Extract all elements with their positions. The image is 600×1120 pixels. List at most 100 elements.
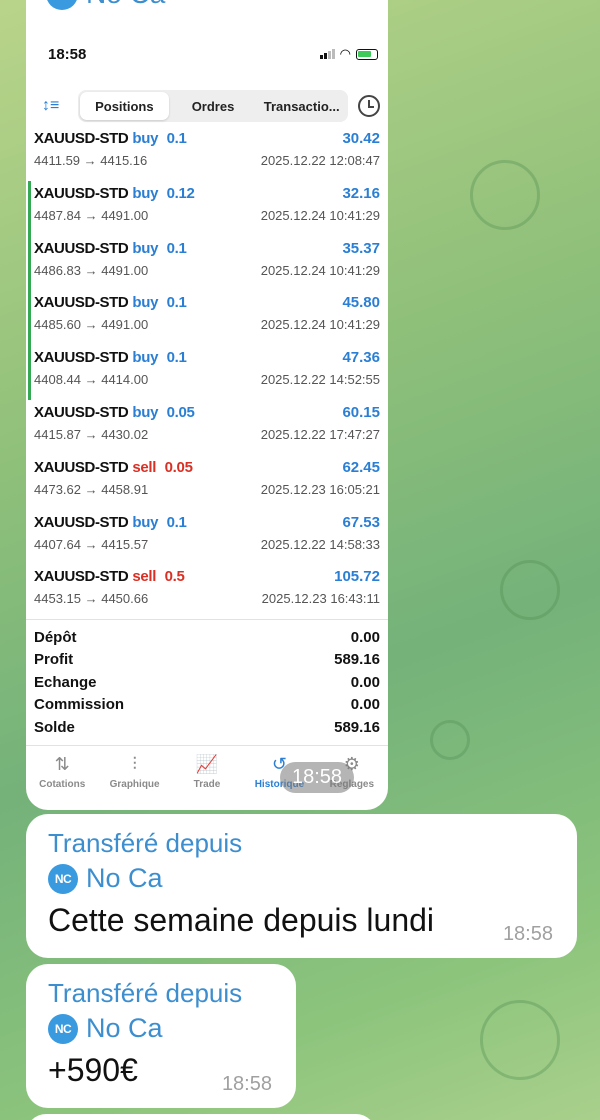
trade-side: buy	[132, 513, 159, 531]
summary-value: 0.00	[350, 696, 380, 714]
trade-prices: 4415.87 → 4430.02	[34, 426, 149, 442]
trade-volume: 0.1	[166, 349, 187, 367]
trade-date: 2025.12.22 14:52:55	[260, 372, 380, 388]
trade-row[interactable]: XAUUSD-STD buy 0.1 45.80 4485.60 → 4491.00 2…	[26, 290, 388, 345]
trade-prices: 4408.44 → 4414.00	[34, 372, 149, 388]
trade-side: sell	[132, 568, 157, 586]
summary-row: Dépôt 0.00	[34, 626, 380, 649]
message-text: Cette semaine depuis lundi	[48, 902, 435, 938]
trade-side: buy	[132, 349, 159, 367]
trade-date: 2025.12.24 10:41:29	[260, 207, 380, 223]
trade-side: buy	[132, 184, 159, 202]
message-time: 18:58	[502, 923, 553, 945]
trade-side: buy	[132, 403, 159, 421]
chart-icon: 📈	[195, 753, 219, 774]
sort-icon[interactable]: ↕≡	[42, 97, 70, 115]
trade-row[interactable]: XAUUSD-STD buy 0.12 32.16 4487.84 → 4491.00…	[26, 180, 388, 236]
wifi-icon: ◠	[339, 46, 351, 61]
trade-volume: 0.1	[166, 513, 187, 531]
forward-source-name[interactable]: No Ca	[86, 0, 165, 10]
trade-volume: 0.12	[166, 184, 195, 202]
next-message[interactable]	[26, 1114, 376, 1120]
nav-label: Graphique	[109, 778, 160, 790]
trade-date: 2025.12.23 16:43:11	[261, 591, 380, 607]
trade-symbol: XAUUSD-STD	[34, 239, 129, 257]
message-time: 18:58	[280, 762, 355, 793]
trade-side: buy	[132, 294, 159, 312]
trade-row[interactable]: XAUUSD-STD buy 0.05 60.15 4415.87 → 4430.02…	[26, 400, 388, 455]
trade-row[interactable]: XAUUSD-STD buy 0.1 35.37 4486.83 → 4491.00 2…	[26, 235, 388, 291]
trade-profit: 35.37	[342, 239, 380, 257]
trade-row[interactable]: XAUUSD-STD sell 0.5 105.72 4453.15 → 4450.6…	[26, 564, 388, 619]
summary-label: Profit	[34, 651, 74, 669]
signal-icon	[319, 49, 335, 59]
trade-profit: 47.36	[342, 349, 380, 367]
nav-item-graphique[interactable]: ⫶ Graphique	[98, 754, 170, 801]
trade-prices: 4485.60 → 4491.00	[34, 317, 149, 333]
trade-profit: 62.45	[342, 458, 380, 476]
nav-item-cotations[interactable]: ⇅ Cotations	[26, 754, 98, 801]
tab-positions[interactable]: Positions	[80, 92, 169, 120]
background-doodle	[430, 720, 470, 760]
trade-date: 2025.12.23 16:05:21	[260, 481, 380, 497]
trade-prices: 4487.84 → 4491.00	[34, 207, 149, 223]
message-time: 18:58	[221, 1073, 272, 1095]
trade-date: 2025.12.22 14:58:33	[260, 536, 380, 552]
trade-date: 2025.12.24 10:41:29	[260, 317, 380, 333]
summary-label: Echange	[34, 673, 97, 691]
trade-volume: 0.1	[166, 130, 187, 147]
trade-symbol: XAUUSD-STD	[34, 130, 129, 147]
status-time: 18:58	[48, 45, 87, 63]
summary-value: 0.00	[350, 673, 380, 691]
background-doodle	[500, 560, 560, 620]
avatar: NC	[48, 1013, 78, 1044]
avatar: NC	[48, 863, 78, 894]
trade-profit: 67.53	[342, 513, 380, 531]
candles-icon: ⫶	[132, 753, 137, 774]
trade-prices: 4411.59 → 4415.16	[34, 153, 148, 168]
trade-profit: 60.15	[342, 403, 380, 421]
background-doodle	[480, 1000, 560, 1080]
summary-label: Commission	[34, 696, 125, 714]
summary-row: Solde 589.16	[34, 716, 380, 739]
trade-row[interactable]: XAUUSD-STD sell 0.05 62.45 4473.62 → 4458.9…	[26, 455, 388, 510]
account-summary: Dépôt 0.00 Profit 589.16 Echange 0.00 Commissi…	[26, 619, 388, 739]
history-clock-icon[interactable]	[358, 95, 380, 117]
trade-row[interactable]: XAUUSD-STD buy 0.1 30.42 4411.59 → 4415.16 2…	[26, 126, 388, 181]
nav-label: Cotations	[39, 778, 86, 790]
trade-symbol: XAUUSD-STD	[34, 513, 129, 531]
forwarded-message[interactable]: Transféré depuis NC No Ca +590€ 18:58	[26, 964, 296, 1108]
trade-symbol: XAUUSD-STD	[34, 568, 129, 586]
trade-volume: 0.05	[166, 403, 195, 421]
trade-symbol: XAUUSD-STD	[34, 294, 129, 312]
trade-prices: 4407.64 → 4415.57	[34, 536, 149, 552]
nav-item-trade[interactable]: 📈 Trade	[171, 754, 243, 801]
forward-source-name[interactable]: No Ca	[86, 863, 163, 894]
trade-date: 2025.12.24 10:41:29	[260, 262, 380, 278]
battery-icon	[356, 48, 378, 60]
summary-value: 589.16	[334, 651, 380, 669]
avatar: NC	[46, 0, 78, 10]
sort-arrows-icon: ⇅	[54, 753, 70, 774]
trade-profit: 30.42	[342, 130, 380, 147]
forwarded-message[interactable]: Transféré depuis NC No Ca Cette semaine …	[26, 814, 577, 958]
tab-transactions[interactable]: Transactio...	[257, 92, 346, 120]
tab-orders[interactable]: Ordres	[169, 92, 258, 120]
summary-value: 0.00	[350, 628, 380, 646]
trade-symbol: XAUUSD-STD	[34, 458, 129, 476]
photo-message[interactable]: NC No Ca 18:58 ◠ ↕≡ Positions Ordres Tra…	[26, 0, 388, 810]
trade-row[interactable]: XAUUSD-STD buy 0.1 47.36 4408.44 → 4414.00 2…	[26, 345, 388, 400]
forward-source-name[interactable]: No Ca	[86, 1013, 163, 1044]
segment-tabs: Positions Ordres Transactio...	[78, 90, 348, 122]
summary-value: 589.16	[334, 718, 380, 736]
trade-symbol: XAUUSD-STD	[34, 184, 129, 202]
trade-date: 2025.12.22 12:08:47	[260, 153, 380, 168]
trade-volume: 0.05	[164, 458, 193, 476]
summary-row: Echange 0.00	[34, 671, 380, 694]
trade-volume: 0.1	[166, 294, 187, 312]
trade-date: 2025.12.22 17:47:27	[260, 426, 380, 442]
trade-list: XAUUSD-STD buy 0.1 30.42 4411.59 → 4415.16 2…	[26, 126, 388, 619]
trade-prices: 4473.62 → 4458.91	[34, 481, 149, 497]
trade-row[interactable]: XAUUSD-STD buy 0.1 67.53 4407.64 → 4415.57 2…	[26, 510, 388, 565]
summary-row: Commission 0.00	[34, 694, 380, 717]
